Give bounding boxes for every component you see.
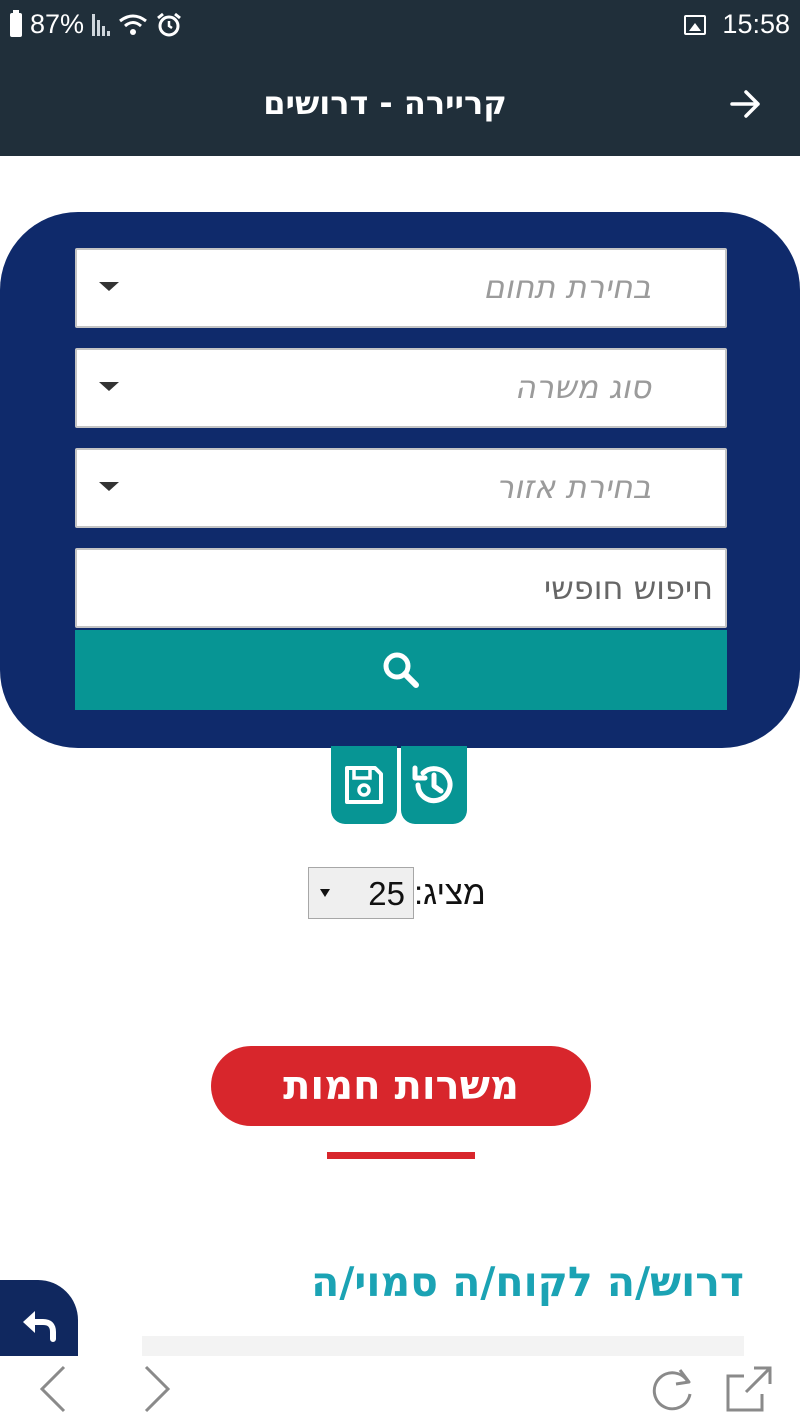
search-history-button[interactable]	[401, 746, 467, 824]
save-search-button[interactable]	[331, 746, 397, 824]
chevron-left-icon[interactable]	[38, 1364, 68, 1414]
per-page-value: 25	[368, 875, 405, 912]
field-select[interactable]: בחירת תחום	[75, 248, 727, 328]
alarm-icon	[157, 12, 181, 36]
history-icon	[412, 765, 453, 804]
status-bar: 87% 15:58	[0, 0, 800, 50]
per-page-select[interactable]: 25	[308, 867, 414, 919]
per-page-label: מציג:	[414, 874, 486, 911]
field-select-placeholder: בחירת תחום	[483, 268, 651, 306]
reply-icon	[23, 1311, 56, 1342]
per-page-control: מציג: 25	[308, 866, 486, 920]
hot-jobs-button[interactable]: משרות חמות	[211, 1046, 591, 1126]
region-select[interactable]: בחירת אזור	[75, 448, 727, 528]
caret-down-icon	[99, 282, 119, 291]
signal-icon	[92, 13, 111, 36]
caret-down-icon	[99, 482, 119, 491]
search-icon	[383, 652, 419, 688]
status-right: 15:58	[684, 9, 790, 40]
gallery-icon	[684, 14, 707, 35]
arrow-right-icon[interactable]	[728, 86, 764, 122]
region-select-placeholder: בחירת אזור	[495, 468, 651, 506]
hot-jobs-underline	[327, 1152, 475, 1159]
job-meta-row	[142, 1336, 744, 1358]
free-search-input[interactable]	[75, 548, 727, 628]
browser-toolbar	[0, 1356, 800, 1422]
caret-down-icon	[99, 382, 119, 391]
search-button[interactable]	[75, 630, 727, 710]
status-left: 87%	[10, 9, 182, 40]
chevron-right-icon[interactable]	[142, 1364, 172, 1414]
refresh-icon[interactable]	[648, 1364, 696, 1414]
battery-level: 87%	[30, 9, 85, 39]
job-type-select[interactable]: סוג משרה	[75, 348, 727, 428]
battery-icon	[10, 9, 22, 37]
caret-down-icon	[320, 889, 330, 897]
app-header: קריירה - דרושים	[0, 50, 800, 156]
job-type-select-placeholder: סוג משרה	[514, 368, 651, 406]
wifi-icon	[119, 14, 147, 35]
page-title: קריירה - דרושים	[263, 84, 507, 122]
save-icon	[345, 766, 383, 804]
job-title[interactable]: דרוש/ה לקוח/ה סמוי/ה	[140, 1258, 744, 1318]
open-external-icon[interactable]	[724, 1364, 774, 1414]
clock: 15:58	[722, 9, 790, 39]
